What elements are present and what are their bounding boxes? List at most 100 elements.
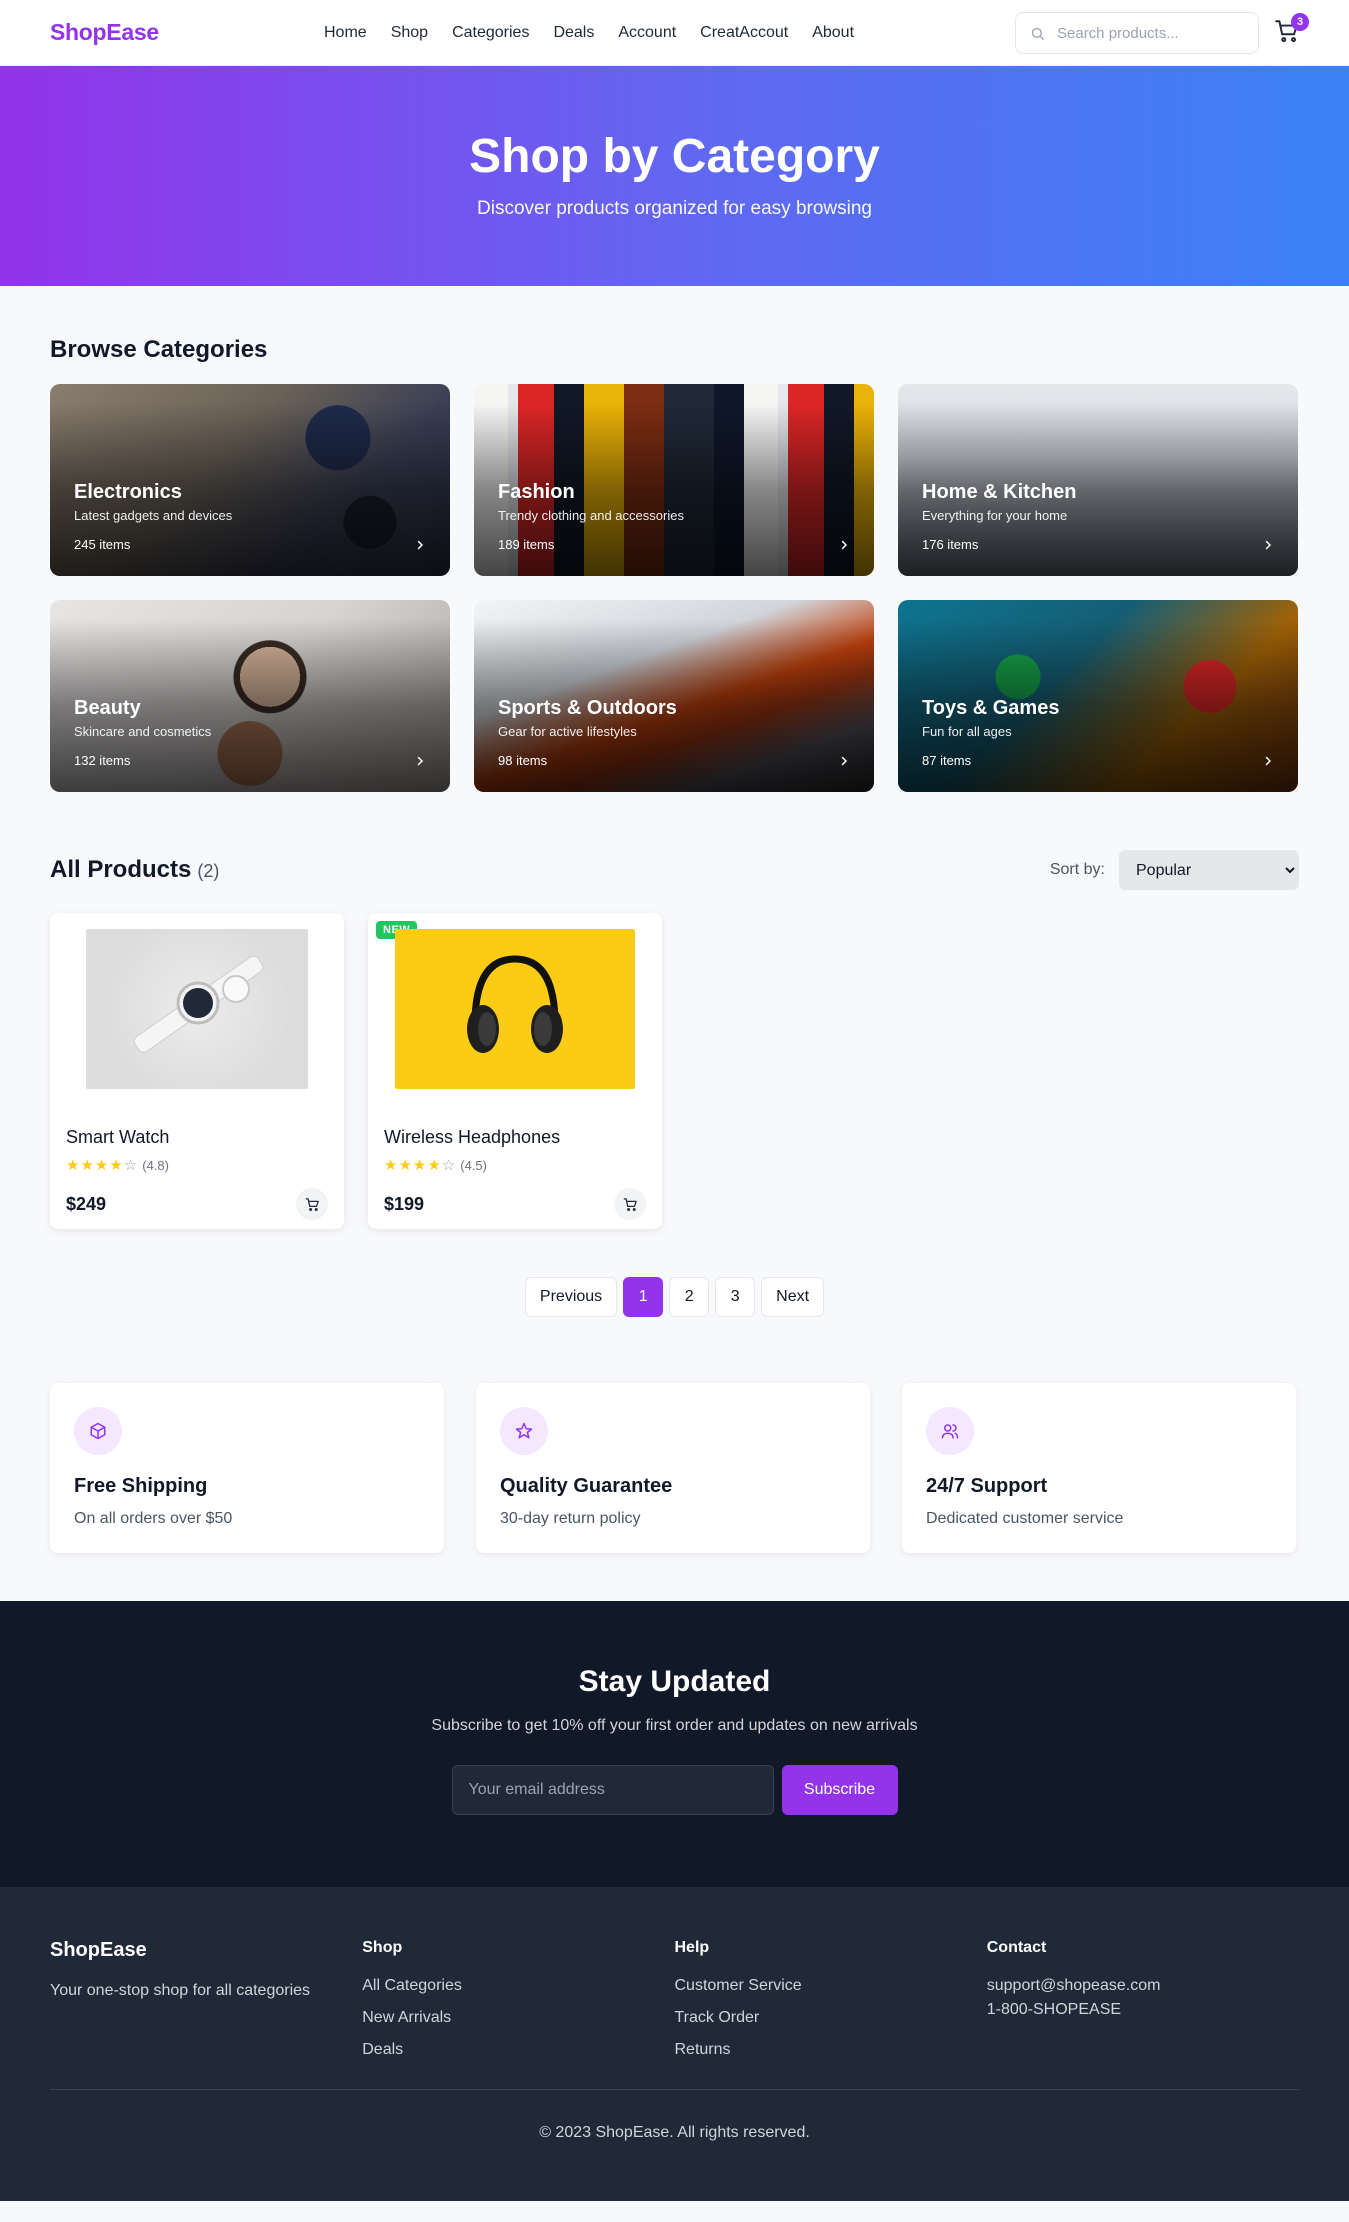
headphones-illustration (467, 955, 563, 1053)
star-icon (515, 1422, 533, 1439)
cart-icon (623, 1197, 637, 1211)
pagination: Previous 1 2 3 Next (50, 1277, 1299, 1317)
footer-link-returns[interactable]: Returns (675, 2041, 987, 2059)
search-icon (1031, 27, 1044, 40)
pagination-page-2[interactable]: 2 (669, 1277, 710, 1317)
sort-select[interactable]: Popular (1119, 850, 1299, 890)
feature-desc: 30-day return policy (500, 1510, 641, 1527)
footer-link-all-categories[interactable]: All Categories (362, 1977, 674, 1995)
cart-button[interactable]: 3 (1274, 13, 1309, 48)
product-price: $199 (384, 1193, 425, 1214)
feature-support: 24/7 Support Dedicated customer service (902, 1383, 1296, 1553)
feature-title: Quality Guarantee (500, 1475, 673, 1497)
feature-quality-guarantee: Quality Guarantee 30-day return policy (476, 1383, 870, 1553)
footer-column-title: Contact (986, 1939, 1047, 1956)
category-count: 132 items (74, 753, 131, 768)
feature-icon-wrap (500, 1407, 548, 1455)
pagination-page-3[interactable]: 3 (715, 1277, 756, 1317)
category-count: 98 items (498, 753, 548, 768)
features-row: Free Shipping On all orders over $50 Qua… (50, 1383, 1299, 1553)
newsletter-email-input[interactable] (451, 1765, 774, 1815)
rating-value: (4.8) (142, 1157, 169, 1173)
category-count: 245 items (74, 537, 131, 552)
product-price: $249 (66, 1193, 107, 1214)
footer-column-title: Shop (362, 1939, 403, 1956)
footer-help-column: Help Customer Service Track Order Return… (675, 1939, 987, 2073)
newsletter-title: Stay Updated (578, 1665, 771, 1698)
add-to-cart-button[interactable] (296, 1188, 328, 1220)
category-name: Sports & Outdoors (498, 697, 677, 719)
category-card-fashion[interactable]: Fashion Trendy clothing and accessories … (474, 384, 874, 576)
all-products-title: All Products (2) (50, 856, 219, 884)
nav-create-account[interactable]: CreatAccout (700, 24, 788, 42)
footer-link-deals[interactable]: Deals (362, 2041, 674, 2059)
hero-title: Shop by Category (469, 129, 880, 183)
nav-shop[interactable]: Shop (391, 24, 428, 42)
pagination-page-1[interactable]: 1 (623, 1277, 664, 1317)
category-count: 176 items (922, 537, 979, 552)
footer-link-customer-service[interactable]: Customer Service (675, 1977, 987, 1995)
category-count: 189 items (498, 537, 555, 552)
footer-contact-column: Contact support@shopease.com 1-800-SHOPE… (987, 1939, 1299, 2073)
category-desc: Gear for active lifestyles (498, 724, 637, 739)
cart-icon (305, 1197, 319, 1211)
category-count: 87 items (922, 753, 972, 768)
pagination-next-button[interactable]: Next (761, 1277, 825, 1317)
feature-free-shipping: Free Shipping On all orders over $50 (50, 1383, 444, 1553)
category-desc: Trendy clothing and accessories (498, 508, 684, 523)
nav-account[interactable]: Account (618, 24, 676, 42)
footer-phone[interactable]: 1-800-SHOPEASE (987, 2001, 1299, 2019)
footer-email[interactable]: support@shopease.com (987, 1977, 1299, 1995)
category-name: Toys & Games (922, 697, 1060, 719)
footer-column-title: Help (674, 1939, 710, 1956)
category-card-sports-outdoors[interactable]: Sports & Outdoors Gear for active lifest… (474, 600, 874, 792)
category-name: Fashion (498, 481, 575, 503)
sort-control: Sort by: Popular (1050, 850, 1299, 890)
footer-link-track-order[interactable]: Track Order (675, 2009, 987, 2027)
newsletter-section: Stay Updated Subscribe to get 10% off yo… (0, 1601, 1349, 1887)
nav-deals[interactable]: Deals (553, 24, 594, 42)
category-name: Electronics (74, 481, 182, 503)
rating-value: (4.5) (460, 1157, 487, 1173)
cart-count-badge: 3 (1291, 13, 1309, 31)
product-name[interactable]: Smart Watch (66, 1127, 328, 1148)
product-image[interactable] (395, 929, 635, 1089)
newsletter-form: Subscribe (451, 1765, 898, 1815)
pagination-previous-button[interactable]: Previous (524, 1277, 618, 1317)
category-card-toys-games[interactable]: Toys & Games Fun for all ages 87 items (898, 600, 1298, 792)
product-name[interactable]: Wireless Headphones (384, 1127, 646, 1148)
nav-about[interactable]: About (812, 24, 854, 42)
products-header: All Products (2) Sort by: Popular (50, 850, 1299, 890)
category-card-home-kitchen[interactable]: Home & Kitchen Everything for your home … (898, 384, 1298, 576)
subscribe-button[interactable]: Subscribe (781, 1765, 898, 1815)
search-box[interactable] (1015, 12, 1259, 54)
search-input[interactable] (1057, 24, 1237, 42)
category-card-electronics[interactable]: Electronics Latest gadgets and devices 2… (50, 384, 450, 576)
product-grid: Smart Watch ★★★★☆ (4.8) $249 NEW (50, 913, 1299, 1229)
chevron-right-icon (417, 756, 424, 766)
products-title-text: All Products (50, 856, 192, 883)
category-card-beauty[interactable]: Beauty Skincare and cosmetics 132 items (50, 600, 450, 792)
product-card-wireless-headphones[interactable]: NEW Wireless Headphones ★★★★☆ (4.5) (368, 913, 662, 1229)
chevron-right-icon (417, 540, 424, 550)
footer-tagline: Your one-stop shop for all categories (50, 1982, 311, 1999)
footer-link-new-arrivals[interactable]: New Arrivals (362, 2009, 674, 2027)
chevron-right-icon (841, 756, 848, 766)
site-header: ShopEase Home Shop Categories Deals Acco… (0, 0, 1349, 66)
sort-label: Sort by: (1049, 861, 1105, 878)
category-name: Beauty (74, 697, 141, 719)
footer-divider (50, 2089, 1299, 2090)
logo[interactable]: ShopEase (50, 19, 159, 46)
category-desc: Fun for all ages (922, 724, 1012, 739)
feature-icon-wrap (74, 1407, 122, 1455)
nav-home[interactable]: Home (324, 24, 367, 42)
product-image[interactable] (86, 929, 308, 1089)
hero-banner: Shop by Category Discover products organ… (0, 66, 1349, 286)
nav-categories[interactable]: Categories (452, 24, 529, 42)
category-grid: Electronics Latest gadgets and devices 2… (50, 384, 1299, 792)
add-to-cart-button[interactable] (614, 1188, 646, 1220)
product-card-smart-watch[interactable]: Smart Watch ★★★★☆ (4.8) $249 (50, 913, 344, 1229)
chevron-right-icon (841, 540, 848, 550)
hero-subtitle: Discover products organized for easy bro… (477, 197, 872, 219)
category-desc: Everything for your home (922, 508, 1068, 523)
